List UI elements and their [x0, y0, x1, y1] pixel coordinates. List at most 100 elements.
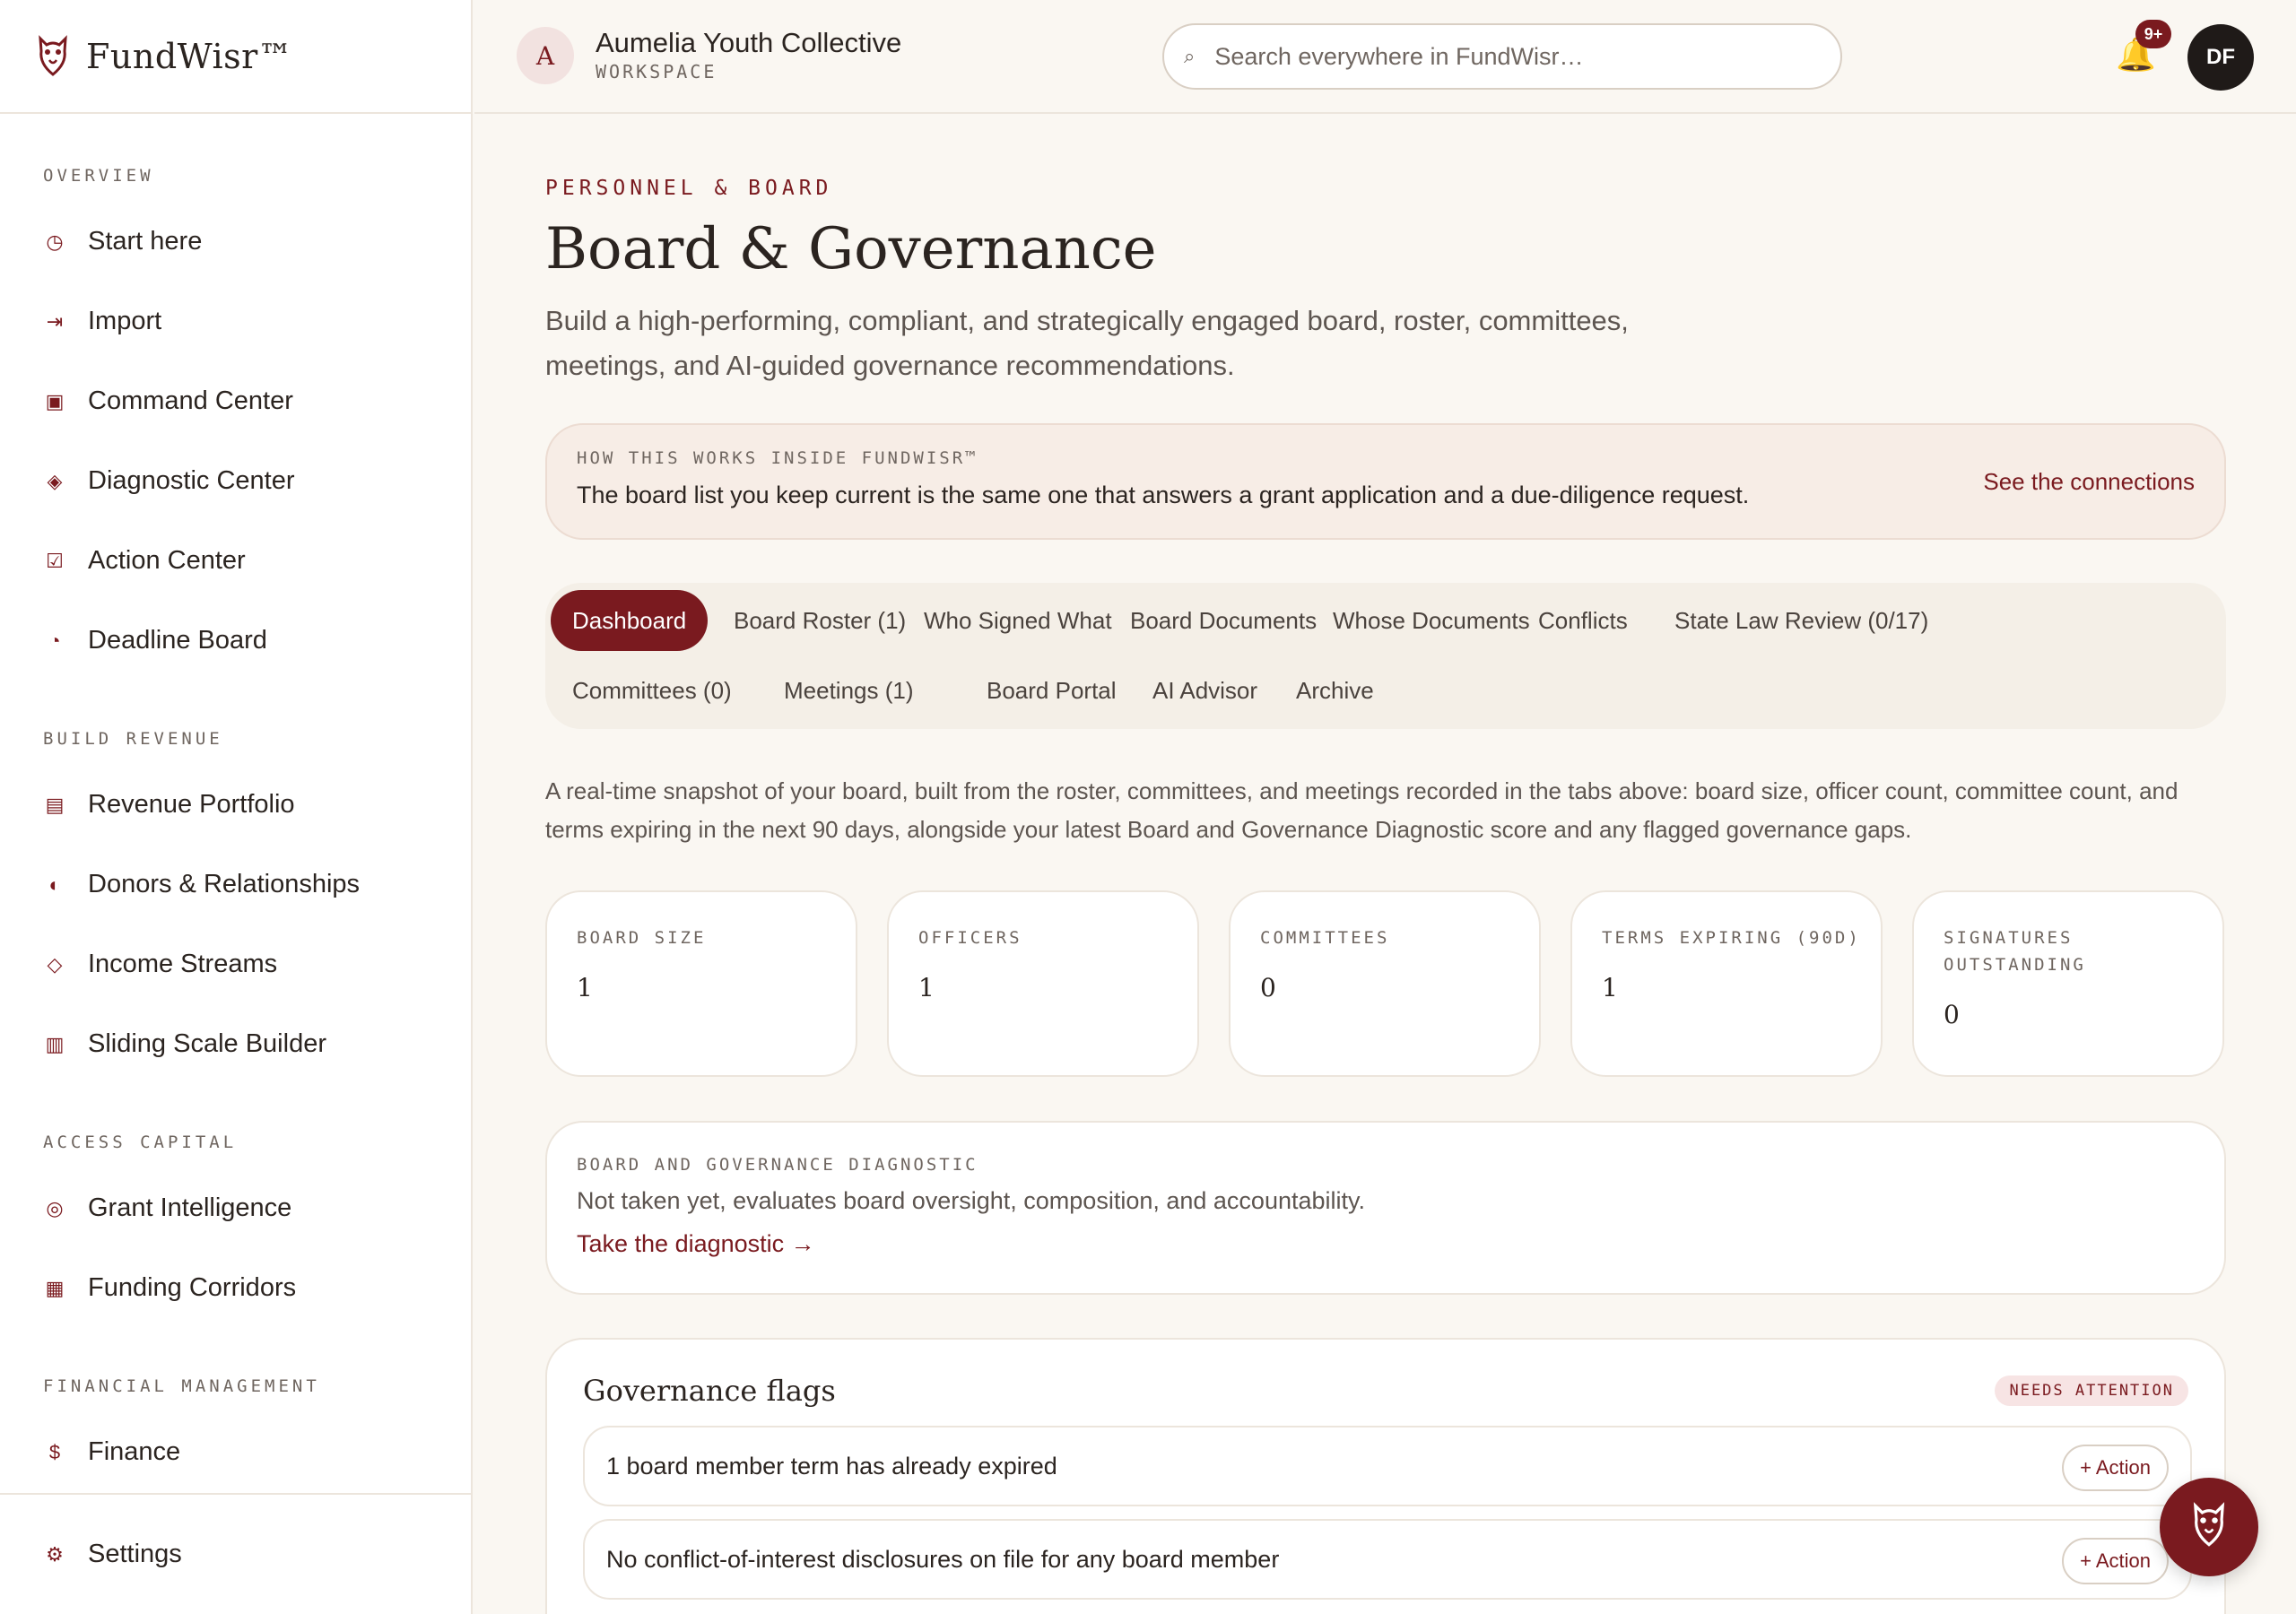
stat-card-board-size: BOARD SIZE 1 [545, 890, 857, 1077]
stat-value: 0 [1944, 1000, 1960, 1029]
half-circle-icon: ◐ [48, 872, 61, 896]
tab-state-law-review[interactable]: State Law Review (0/17) [1653, 590, 1950, 651]
snapshot-description: A real-time snapshot of your board, buil… [545, 777, 2179, 843]
nav-section-overview: OVERVIEW [43, 166, 154, 186]
governance-flags-title: Governance flags [583, 1374, 836, 1408]
sidebar-item-label: Diagnostic Center [88, 466, 295, 495]
nav-section-access-capital: ACCESS CAPITAL [43, 1132, 238, 1152]
sidebar-item-label: Start here [88, 227, 203, 256]
stat-label: BOARD SIZE [577, 928, 707, 948]
stat-card-officers: OFFICERS 1 [887, 890, 1199, 1077]
brand-name: FundWisr™ [86, 36, 293, 76]
tab-archive[interactable]: Archive [1274, 660, 1396, 721]
sidebar-item-finance[interactable]: $ Finance [0, 1412, 471, 1492]
sidebar-item-label: Finance [88, 1437, 181, 1466]
how-it-works-label: HOW THIS WORKS INSIDE FUNDWISR™ [577, 448, 978, 468]
tab-board-roster[interactable]: Board Roster (1) [712, 590, 927, 651]
sidebar-item-command-center[interactable]: ▣ Command Center [0, 361, 471, 441]
flag-text: No conflict-of-interest disclosures on f… [606, 1545, 1280, 1573]
stat-label: SIGNATURES OUTSTANDING [1944, 928, 2086, 975]
workspace-avatar[interactable]: A [517, 27, 574, 84]
page-description: Build a high-performing, compliant, and … [545, 305, 1629, 381]
sidebar-item-deadline-board[interactable]: ◔ Deadline Board [0, 601, 471, 681]
tab-board-portal[interactable]: Board Portal [965, 660, 1138, 721]
tab-whose-documents[interactable]: Whose Documents [1311, 590, 1552, 651]
sidebar-item-income-streams[interactable]: ◇ Income Streams [0, 924, 471, 1004]
sidebar-item-label: Revenue Portfolio [88, 790, 295, 819]
flag-text: 1 board member term has already expired [606, 1452, 1057, 1480]
user-avatar[interactable]: DF [2187, 24, 2254, 91]
sidebar-item-grant-intelligence[interactable]: ◎ Grant Intelligence [0, 1168, 471, 1248]
governance-flags-card: Governance flags NEEDS ATTENTION 1 board… [545, 1338, 2226, 1614]
tab-board-documents[interactable]: Board Documents [1109, 590, 1338, 651]
dollar-icon: $ [48, 1440, 61, 1463]
sidebar-item-funding-corridors[interactable]: ▦ Funding Corridors [0, 1248, 471, 1328]
flag-item: No conflict-of-interest disclosures on f… [583, 1519, 2192, 1600]
sidebar-item-import[interactable]: ⇥ Import [0, 282, 471, 361]
search-input[interactable] [1214, 42, 1789, 71]
stat-label: COMMITTEES [1260, 928, 1390, 948]
sidebar-item-label: Deadline Board [88, 626, 267, 655]
stat-value: 0 [1260, 973, 1276, 1002]
sidebar: FundWisr™ OVERVIEW ◷ Start here ⇥ Import ▣… [0, 0, 473, 1614]
nav-section-financial-management: FINANCIAL MANAGEMENT [43, 1376, 320, 1396]
diagnostic-card: BOARD AND GOVERNANCE DIAGNOSTIC Not take… [545, 1121, 2226, 1295]
sidebar-item-label: Donors & Relationships [88, 870, 361, 898]
how-it-works-text: The board list you keep current is the s… [577, 482, 1750, 508]
sidebar-item-start-here[interactable]: ◷ Start here [0, 202, 471, 282]
tab-ai-advisor[interactable]: AI Advisor [1131, 660, 1279, 721]
add-action-button[interactable]: + Action [2062, 1445, 2169, 1491]
stat-label: OFFICERS [918, 928, 1022, 948]
how-it-works-banner: HOW THIS WORKS INSIDE FUNDWISR™ The boar… [545, 423, 2226, 540]
sidebar-item-revenue-portfolio[interactable]: ▤ Revenue Portfolio [0, 765, 471, 845]
flag-item: 1 board member term has already expired … [583, 1426, 2192, 1506]
diamond-outline-icon: ◇ [47, 952, 63, 976]
stat-value: 1 [577, 973, 593, 1002]
stat-card-signatures-outstanding: SIGNATURES OUTSTANDING 0 [1912, 890, 2224, 1077]
target-icon: ◎ [46, 1196, 64, 1219]
sidebar-item-diagnostic-center[interactable]: ◈ Diagnostic Center [0, 441, 471, 521]
status-badge: NEEDS ATTENTION [1995, 1375, 2188, 1406]
take-diagnostic-link[interactable]: Take the diagnostic → [577, 1230, 815, 1258]
sidebar-item-label: Settings [88, 1540, 182, 1568]
diagnostic-status: Not taken yet, evaluates board oversight… [577, 1187, 1366, 1214]
tab-who-signed-what[interactable]: Who Signed What [902, 590, 1134, 651]
assistant-owl-button[interactable] [2160, 1478, 2258, 1576]
nav-section-build-revenue: BUILD REVENUE [43, 729, 223, 749]
sidebar-item-sliding-scale-builder[interactable]: ▥ Sliding Scale Builder [0, 1004, 471, 1084]
clock-icon: ◷ [46, 230, 64, 253]
square-icon: ▣ [45, 389, 65, 412]
gear-icon: ⚙ [46, 1542, 64, 1566]
diamond-icon: ◈ [47, 469, 63, 492]
sidebar-item-settings[interactable]: ⚙ Settings [0, 1493, 471, 1614]
see-connections-link[interactable]: See the connections [1983, 468, 2195, 496]
sidebar-item-label: Action Center [88, 546, 246, 575]
checkbox-icon: ☑ [46, 549, 64, 572]
sidebar-item-label: Import [88, 307, 162, 335]
tab-dashboard[interactable]: Dashboard [551, 590, 709, 651]
notification-badge: 9+ [2135, 20, 2171, 48]
sidebar-item-label: Grant Intelligence [88, 1193, 292, 1222]
stat-value: 1 [918, 973, 935, 1002]
tab-meetings[interactable]: Meetings (1) [762, 660, 935, 721]
sidebar-item-action-center[interactable]: ☑ Action Center [0, 521, 471, 601]
owl-icon [36, 34, 70, 79]
page-title: Board & Governance [545, 216, 1157, 282]
tab-conflicts[interactable]: Conflicts [1517, 590, 1649, 651]
page-eyebrow: PERSONNEL & BOARD [545, 177, 833, 200]
tab-bar: Dashboard Board Roster (1) Who Signed Wh… [545, 583, 2226, 729]
pie-icon: ◔ [48, 629, 61, 652]
add-action-button[interactable]: + Action [2062, 1538, 2169, 1584]
search-icon: ⌕ [1184, 45, 1196, 67]
columns-icon: ▥ [45, 1032, 65, 1055]
brand[interactable]: FundWisr™ [0, 0, 471, 114]
sidebar-nav: OVERVIEW ◷ Start here ⇥ Import ▣ Command Ce… [0, 114, 471, 1492]
sidebar-item-donors-relationships[interactable]: ◐ Donors & Relationships [0, 845, 471, 924]
workspace-name[interactable]: Aumelia Youth Collective [596, 27, 901, 59]
tab-committees[interactable]: Committees (0) [551, 660, 753, 721]
import-arrow-icon: ⇥ [46, 309, 64, 333]
top-header: A Aumelia Youth Collective WORKSPACE ⌕ 🔔… [474, 0, 2296, 114]
search-bar[interactable]: ⌕ [1162, 23, 1842, 90]
list-icon: ▤ [45, 793, 65, 816]
sidebar-item-label: Income Streams [88, 950, 278, 978]
